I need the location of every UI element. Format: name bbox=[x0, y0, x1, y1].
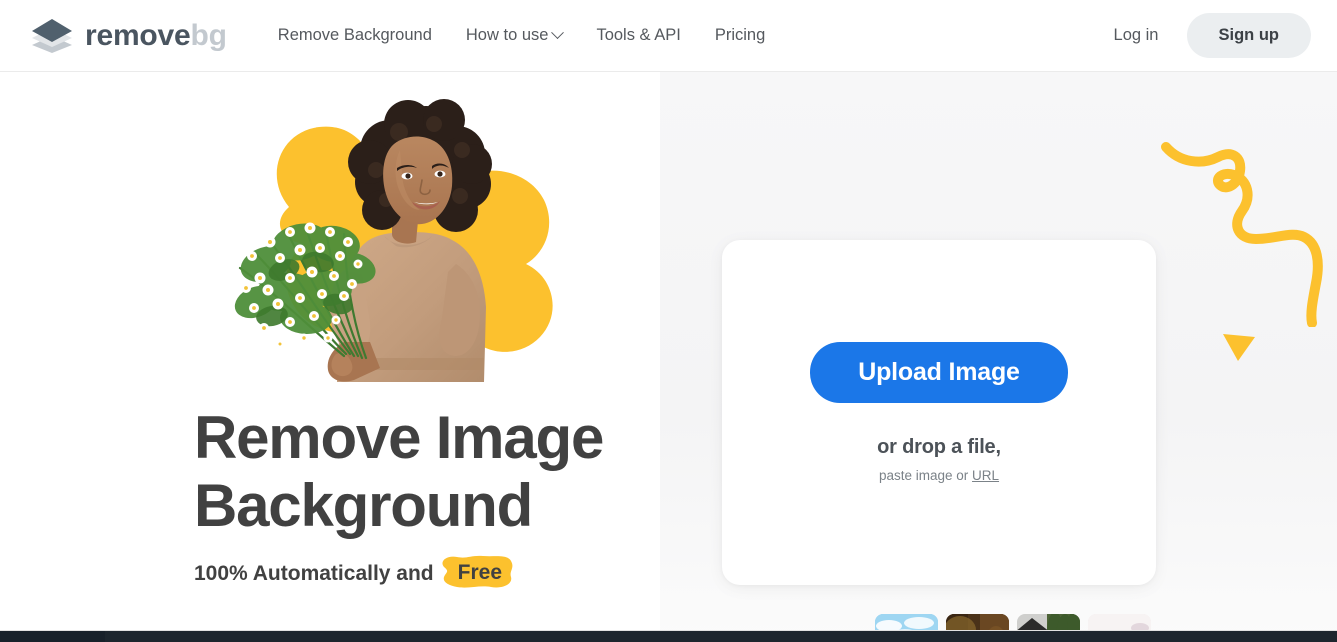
nav-label: Remove Background bbox=[277, 26, 432, 44]
upload-dropzone-card[interactable]: Upload Image or drop a file, paste image… bbox=[722, 240, 1156, 585]
hero-subtitle-prefix: 100% Automatically and bbox=[194, 561, 434, 585]
hero-illustration bbox=[194, 92, 594, 402]
upload-panel: Upload Image or drop a file, paste image… bbox=[660, 72, 1337, 642]
nav-label: Tools & API bbox=[596, 26, 681, 44]
drop-file-label: or drop a file, bbox=[877, 436, 1001, 458]
upload-image-button[interactable]: Upload Image bbox=[810, 342, 1068, 403]
yellow-triangle-icon bbox=[1223, 334, 1255, 361]
nav-item-remove-background[interactable]: Remove Background bbox=[261, 20, 449, 51]
nav-label: How to use bbox=[465, 26, 549, 44]
logo-text-secondary: bg bbox=[190, 18, 227, 52]
paste-hint-prefix: paste image or bbox=[878, 468, 969, 483]
layers-diamond-icon bbox=[32, 18, 72, 53]
nav-item-tools-api[interactable]: Tools & API bbox=[579, 20, 697, 51]
header-actions: Log in Sign up bbox=[1106, 13, 1311, 58]
nav-label: Pricing bbox=[714, 26, 766, 44]
woman-holding-daisies-photo bbox=[234, 99, 492, 382]
nav-item-pricing[interactable]: Pricing bbox=[698, 20, 782, 51]
login-link[interactable]: Log in bbox=[1106, 20, 1167, 51]
signup-button[interactable]: Sign up bbox=[1186, 13, 1311, 58]
free-label: Free bbox=[457, 561, 502, 584]
scrollbar-left-cap[interactable] bbox=[0, 631, 105, 642]
headline-line-2: Background bbox=[194, 471, 533, 539]
hero-subtitle: 100% Automatically and Free bbox=[194, 555, 514, 589]
yellow-squiggle-icon bbox=[1161, 142, 1323, 327]
scrollbar-thumb[interactable] bbox=[0, 631, 1337, 642]
horizontal-scrollbar[interactable] bbox=[0, 630, 1337, 642]
free-highlight: Free bbox=[442, 555, 514, 589]
site-header: removebg Remove Background How to use To… bbox=[0, 0, 1337, 72]
page-root: removebg Remove Background How to use To… bbox=[0, 0, 1337, 642]
url-link[interactable]: URL bbox=[972, 468, 999, 483]
main-navigation: Remove Background How to use Tools & API… bbox=[261, 20, 782, 51]
nav-item-how-to-use[interactable]: How to use bbox=[449, 20, 580, 51]
paste-hint: paste image or URL bbox=[879, 468, 999, 483]
headline-line-1: Remove Image bbox=[194, 404, 604, 471]
logo[interactable]: removebg bbox=[30, 18, 227, 53]
page-title: Remove Image Background bbox=[194, 404, 694, 540]
hero-left-column: Remove Image Background 100% Automatical… bbox=[0, 72, 700, 642]
chevron-down-icon bbox=[551, 26, 565, 40]
logo-text: removebg bbox=[85, 18, 227, 52]
logo-text-primary: remove bbox=[85, 18, 191, 52]
